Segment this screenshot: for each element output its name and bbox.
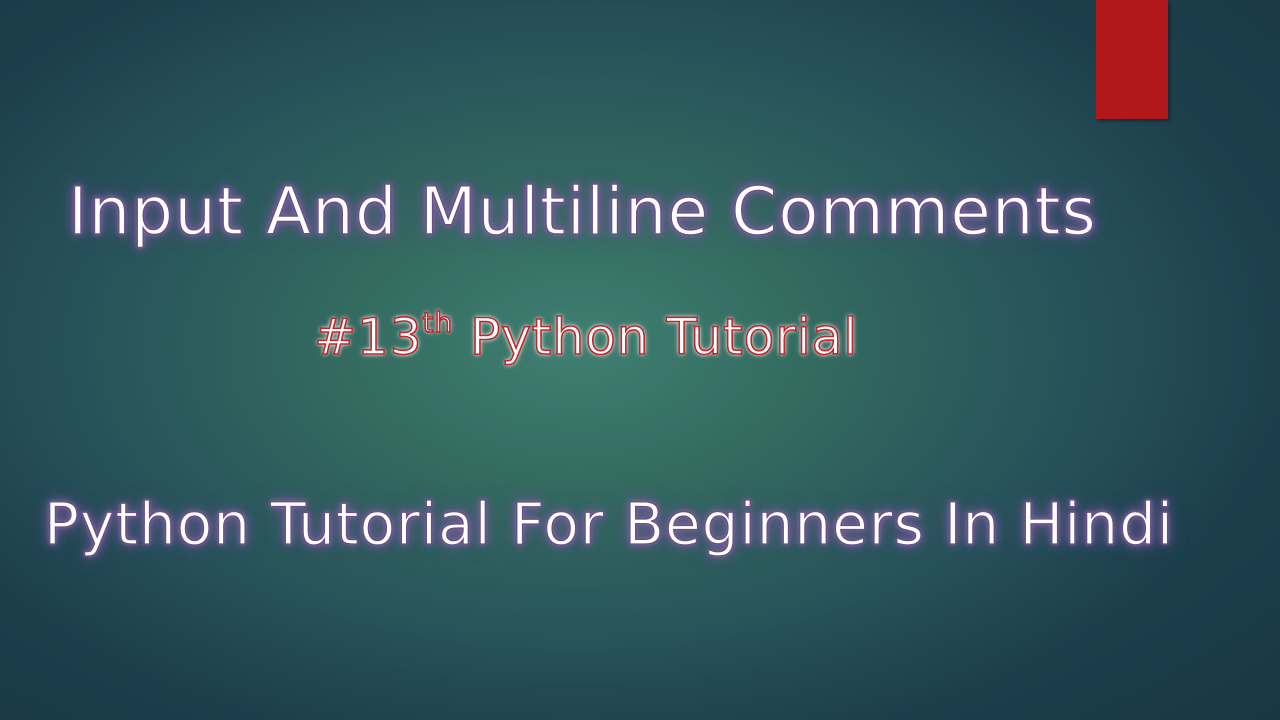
subtitle-text: Python Tutorial: [453, 307, 859, 367]
red-accent-bar: [1096, 0, 1168, 119]
slide-title: Input And Multiline Comments: [67, 172, 1097, 250]
subtitle-ordinal-suffix: th: [422, 306, 454, 339]
slide-subtitle: #13th Python Tutorial: [313, 304, 859, 370]
slide-tagline: Python Tutorial For Beginners In Hindi: [43, 489, 1175, 558]
subtitle-number: #13: [313, 307, 423, 367]
slide-canvas: Input And Multiline Comments #13th Pytho…: [0, 0, 1280, 720]
